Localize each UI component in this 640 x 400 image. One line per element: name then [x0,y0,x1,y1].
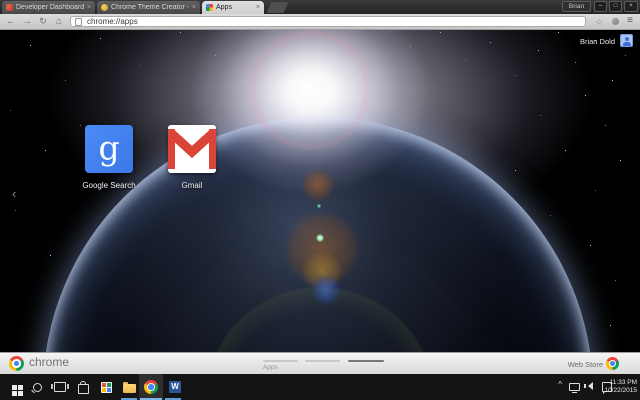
page-icon [75,18,82,26]
new-tab-button[interactable] [267,2,289,13]
windows-taskbar: W ^ 11:33 PM 10/22/2015 [0,374,640,400]
chrome-window: Developer Dashboard - C × Chrome Theme C… [0,0,640,400]
browser-toolbar: ← → ↻ ⌂ chrome://apps ☆ ≡ [0,14,640,30]
signed-in-user-name: Brian Dold [580,37,615,46]
tab-apps[interactable]: Apps × [202,1,264,14]
developer-dashboard-favicon [6,4,13,11]
app-tile-google-search[interactable]: g [85,125,133,173]
back-icon[interactable]: ← [4,14,18,29]
close-button[interactable]: × [624,1,638,12]
chrome-taskbar-button[interactable] [139,374,163,400]
app-label-google-search: Google Search [62,181,156,190]
search-icon [33,383,42,392]
windows-logo-icon [12,385,17,390]
tab-strip: Developer Dashboard - C × Chrome Theme C… [0,0,640,14]
task-view-button[interactable] [49,374,71,400]
task-view-icon [54,382,66,392]
apps-page: ‹ Brian Dold g Google Search Gmail [0,30,640,352]
store-bag-icon [78,384,89,394]
word-icon: W [169,381,181,393]
page-indicator-2[interactable] [305,360,340,362]
address-bar[interactable]: chrome://apps [70,16,586,27]
colored-grid-icon [101,382,112,393]
profile-button[interactable]: Brian [562,1,591,12]
web-store-icon[interactable] [606,357,619,370]
apps-grid-favicon [206,4,213,11]
windows-store-button[interactable] [72,374,94,400]
theme-creator-favicon [101,4,108,11]
chrome-brand-label: chrome [29,355,69,369]
tab-close-icon[interactable]: × [256,4,260,11]
avatar[interactable] [620,34,633,47]
reload-icon[interactable]: ↻ [36,14,50,29]
file-explorer-button[interactable] [118,374,140,400]
chrome-icon [144,380,158,394]
tab-title: Chrome Theme Creator - [111,4,189,11]
chrome-logo-icon [9,356,24,371]
gmail-envelope-icon [168,125,216,173]
network-icon[interactable] [569,383,580,391]
bookmark-star-icon[interactable]: ☆ [595,17,603,27]
minimize-button[interactable]: – [594,1,607,12]
previous-page-arrow[interactable]: ‹ [12,187,16,201]
google-g-icon: g [85,125,133,173]
start-button[interactable] [3,374,25,400]
folder-icon [123,384,136,393]
address-text: chrome://apps [87,17,138,26]
pinned-app-button[interactable] [95,374,117,400]
web-store-link[interactable]: Web Store [568,360,603,369]
tab-title: Apps [216,4,253,11]
taskbar-clock[interactable]: 11:33 PM 10/22/2015 [604,379,637,395]
restore-button[interactable]: □ [609,1,622,12]
app-tile-gmail[interactable] [168,125,216,173]
tab-title: Developer Dashboard - C [16,4,84,11]
clock-date: 10/22/2015 [604,387,637,395]
page-indicator-label: Apps [263,364,278,371]
speaker-icon[interactable] [588,382,593,390]
page-indicator-3[interactable] [348,360,384,362]
home-icon[interactable]: ⌂ [52,14,66,29]
word-taskbar-button[interactable]: W [164,374,186,400]
clock-time: 11:33 PM [604,379,637,387]
tab-close-icon[interactable]: × [192,4,196,11]
tab-theme-creator[interactable]: Chrome Theme Creator - × [97,1,200,14]
page-indicator-1[interactable] [263,360,298,362]
forward-icon[interactable]: → [20,14,34,29]
tray-expand-icon[interactable]: ^ [558,381,562,389]
tab-close-icon[interactable]: × [87,4,91,11]
extension-icon[interactable] [612,18,619,25]
launcher-bar: chrome Apps Web Store [0,352,640,374]
menu-icon[interactable]: ≡ [627,15,633,26]
tab-developer-dashboard[interactable]: Developer Dashboard - C × [2,1,95,14]
app-label-gmail: Gmail [145,181,239,190]
taskbar-search-button[interactable] [26,374,48,400]
